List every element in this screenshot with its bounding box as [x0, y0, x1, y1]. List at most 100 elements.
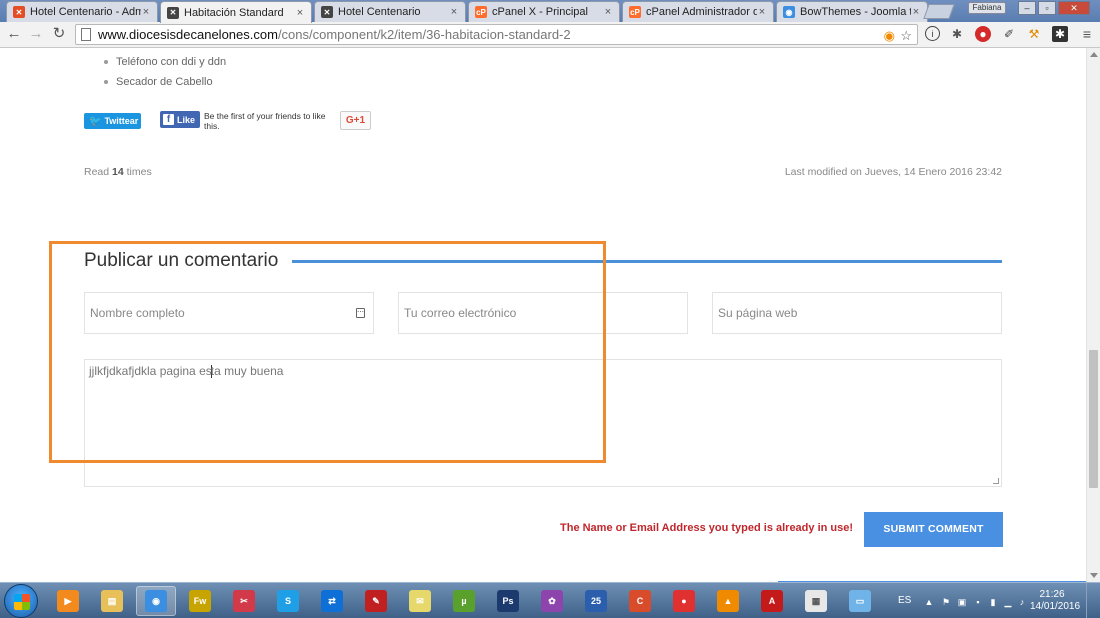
system-clock[interactable]: 21:26 14/01/2016 — [1030, 589, 1080, 613]
windows-media-player-icon: ▶ — [57, 590, 79, 612]
scroll-up-icon[interactable] — [1090, 52, 1098, 57]
taskbar-app[interactable]: Ps — [488, 586, 528, 616]
taskbar-app[interactable]: ▦ — [796, 586, 836, 616]
browser-tab[interactable]: ✕ Habitación Standard × — [160, 1, 312, 23]
tweet-button[interactable]: 🐦 Twittear — [84, 113, 141, 129]
eyedropper-icon[interactable]: ✐ — [1001, 26, 1017, 42]
tray-expand-icon[interactable]: ▲ — [924, 597, 934, 607]
taskbar-app[interactable]: C — [620, 586, 660, 616]
taskbar-app[interactable]: A — [752, 586, 792, 616]
tools-extension-icon[interactable]: ⚒ — [1026, 26, 1042, 42]
media-icon: 25 — [585, 590, 607, 612]
list-item: Teléfono con ddi y ddn — [104, 54, 226, 74]
fireworks-icon: Fw — [189, 590, 211, 612]
bookmark-star-icon[interactable]: ☆ — [900, 28, 912, 44]
resize-handle[interactable] — [993, 478, 999, 484]
tab-close-icon[interactable]: × — [911, 6, 921, 18]
browser-tab[interactable]: ◉ BowThemes - Joomla tem× — [776, 1, 928, 22]
taskbar-app[interactable]: ● — [664, 586, 704, 616]
tab-title: Hotel Centenario - Admin — [30, 6, 141, 18]
website-placeholder: Su página web — [718, 306, 798, 320]
taskbar-app[interactable]: ✉ — [400, 586, 440, 616]
taskbar-app[interactable]: ⇄ — [312, 586, 352, 616]
address-bar[interactable]: www.diocesisdecanelones.com/cons/compone… — [75, 24, 918, 45]
tray-device-icon[interactable]: ▮ — [988, 597, 998, 607]
action-center-icon[interactable]: ⚑ — [941, 597, 951, 607]
puzzle-extension-icon[interactable]: ✱ — [949, 26, 965, 42]
browser-tab[interactable]: cP cPanel Administrador de × — [622, 1, 774, 22]
browser-tab[interactable]: ✕ Hotel Centenario - Admin × — [6, 1, 158, 22]
tab-close-icon[interactable]: × — [757, 6, 767, 18]
file-explorer-icon: ▤ — [101, 590, 123, 612]
taskbar-app[interactable]: ✂ — [224, 586, 264, 616]
profile-button[interactable]: Fabiana — [968, 2, 1006, 14]
site-favicon-icon: ✕ — [321, 6, 333, 18]
reload-icon[interactable]: ↻ — [50, 25, 68, 43]
language-indicator[interactable]: ES — [898, 595, 911, 606]
scroll-down-icon[interactable] — [1090, 573, 1098, 578]
scroll-thumb[interactable] — [1089, 350, 1098, 488]
browser-tab[interactable]: cP cPanel X - Principal × — [468, 1, 620, 22]
tab-title: cPanel Administrador de — [646, 6, 757, 18]
rss-icon[interactable]: ◉ — [884, 28, 895, 44]
cpanel-icon: cP — [629, 6, 641, 18]
close-window-button[interactable]: ✕ — [1058, 1, 1090, 15]
adblock-icon[interactable]: ● — [975, 26, 991, 42]
website-field[interactable]: Su página web — [712, 292, 1002, 334]
taskbar-app[interactable]: ✿ — [532, 586, 572, 616]
teamviewer-icon: ⇄ — [321, 590, 343, 612]
browser-tab[interactable]: ✕ Hotel Centenario × — [314, 1, 466, 22]
start-button[interactable] — [4, 584, 38, 618]
list-item: Secador de Cabello — [104, 74, 226, 94]
tab-close-icon[interactable]: × — [295, 7, 305, 19]
joomla-icon: ✕ — [13, 6, 25, 18]
vertical-scrollbar[interactable] — [1086, 48, 1100, 582]
new-tab-button[interactable] — [923, 4, 955, 19]
info-extension-icon[interactable]: i — [925, 26, 940, 41]
back-arrow-icon[interactable]: ← — [5, 25, 23, 43]
forward-arrow-icon[interactable]: → — [27, 25, 45, 43]
last-modified: Last modified on Jueves, 14 Enero 2016 2… — [784, 166, 1002, 178]
signal-icon[interactable]: ▁ — [1003, 597, 1013, 607]
camera-app-icon: ● — [673, 590, 695, 612]
maximize-button[interactable]: ▫ — [1038, 1, 1056, 15]
tray-app-icon[interactable]: ▣ — [957, 597, 967, 607]
menu-icon[interactable]: ≡ — [1079, 26, 1095, 42]
taskbar-app[interactable]: 25 — [576, 586, 616, 616]
browser-tab-strip: ✕ Hotel Centenario - Admin × ✕ Habitación St… — [0, 0, 1100, 23]
shortcut-extension-icon[interactable]: ✱ — [1052, 26, 1068, 42]
taskbar-app[interactable]: Fw — [180, 586, 220, 616]
taskbar-app[interactable]: ◉ — [136, 586, 176, 616]
picasa-icon: ✿ — [541, 590, 563, 612]
chrome-icon: ◉ — [145, 590, 167, 612]
highlight-annotation — [49, 241, 606, 463]
tab-close-icon[interactable]: × — [449, 6, 459, 18]
taskbar-app[interactable]: ▭ — [840, 586, 880, 616]
taskbar-app[interactable]: µ — [444, 586, 484, 616]
facebook-like-button[interactable]: f Like — [160, 111, 200, 128]
tab-title: cPanel X - Principal — [492, 6, 588, 18]
windows-logo-icon — [14, 594, 30, 610]
tab-close-icon[interactable]: × — [603, 6, 613, 18]
volume-icon[interactable]: ♪ — [1017, 597, 1027, 607]
read-prefix: Read — [84, 166, 110, 178]
vlc-icon: ▲ — [717, 590, 739, 612]
show-desktop-button[interactable] — [1086, 583, 1100, 618]
submit-comment-button[interactable]: SUBMIT COMMENT — [864, 512, 1003, 547]
clock-time: 21:26 — [1039, 589, 1065, 600]
taskbar-app[interactable]: ▲ — [708, 586, 748, 616]
taskbar-app[interactable]: ✎ — [356, 586, 396, 616]
twitter-bird-icon: 🐦 — [89, 115, 102, 127]
url-path: /cons/component/k2/item/36-habitacion-st… — [277, 27, 571, 42]
minimize-button[interactable]: – — [1018, 1, 1036, 15]
tab-close-icon[interactable]: × — [141, 6, 151, 18]
taskbar-app[interactable]: S — [268, 586, 308, 616]
taskbar-app[interactable]: ▤ — [92, 586, 132, 616]
network-icon[interactable]: ▪ — [973, 597, 983, 607]
amenities-list: Teléfono con ddi y ddn Secador de Cabell… — [104, 54, 226, 94]
windows-taskbar: ▶ ▤ ◉ Fw ✂ S ⇄ ✎ ✉ µ Ps ✿ 25 C ● ▲ A ▦ ▭ ES ▲ ⚑ ▣ ▪ ▮ ▁ ♪ … — [0, 582, 1100, 618]
google-plus-button[interactable]: G+1 — [340, 111, 371, 130]
facebook-like-text: Be the first of your friends to like thi… — [204, 111, 326, 131]
taskbar-app[interactable]: ▶ — [48, 586, 88, 616]
ccleaner-icon: C — [629, 590, 651, 612]
